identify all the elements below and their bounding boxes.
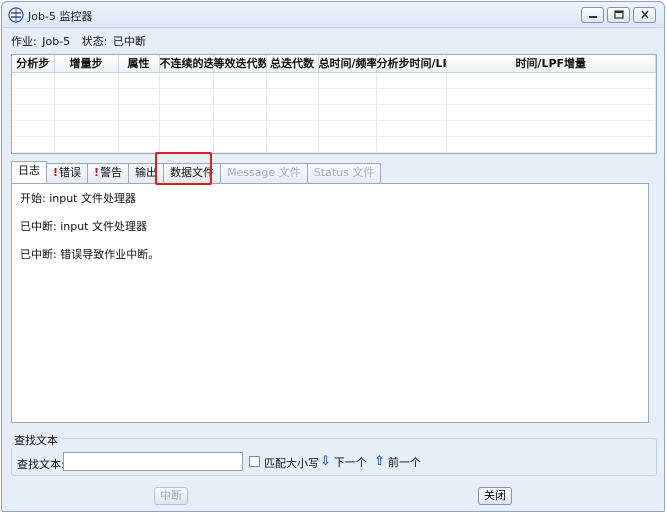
find-text-input[interactable]: [63, 452, 243, 471]
log-line: 已中断: input 文件处理器: [20, 220, 147, 233]
maximize-icon: [614, 10, 624, 19]
table-row: [12, 120, 656, 137]
app-icon: [8, 7, 24, 23]
log-panel[interactable]: 开始: input 文件处理器 已中断: input 文件处理器 已中断: 错误…: [11, 183, 649, 423]
table-header-row: 分析步 增量步 属性 不连续的迭代 等效迭代数 总迭代数 总时间/频率 分析步时…: [12, 55, 656, 73]
log-line: 开始: input 文件处理器: [20, 192, 136, 205]
state-value: 已中断: [112, 35, 146, 48]
column-header[interactable]: 等效迭代数: [213, 55, 267, 73]
tab-errors[interactable]: !错误: [46, 163, 89, 183]
title-bar[interactable]: Job-5 监控器: [2, 2, 664, 28]
table-row: [12, 136, 656, 153]
find-field-label: 查找文本:: [17, 458, 65, 471]
column-header[interactable]: 分析步: [12, 55, 55, 73]
warning-mark-icon: !: [94, 166, 100, 179]
arrow-down-icon: ⇩: [320, 454, 331, 469]
job-status-line: 作业: Job-5 状态: 已中断: [11, 33, 148, 49]
maximize-button[interactable]: [607, 7, 630, 23]
find-group-legend: 查找文本: [11, 432, 61, 448]
job-monitor-window: Job-5 监控器 作业: Job-5 状态: 已中断 分析步 增量步 属性 不…: [1, 1, 665, 512]
column-header[interactable]: 不连续的迭代: [159, 55, 214, 73]
job-value: Job-5: [42, 35, 71, 48]
find-next-button[interactable]: ⇩ 下一个: [320, 454, 367, 470]
table-row: [12, 72, 656, 89]
close-icon: [641, 10, 649, 19]
match-case-checkbox[interactable]: [249, 456, 260, 467]
column-header[interactable]: 增量步: [54, 55, 119, 73]
tab-log[interactable]: 日志: [11, 161, 47, 183]
table-row: [12, 88, 656, 105]
log-line: 已中断: 错误导致作业中断。: [20, 248, 160, 261]
column-header[interactable]: 分析步时间/LPF: [376, 55, 447, 73]
column-header[interactable]: 时间/LPF增量: [446, 55, 656, 73]
tab-warnings[interactable]: !警告: [87, 163, 130, 183]
window-controls: [581, 7, 656, 23]
arrow-up-icon: ⇧: [374, 454, 385, 469]
column-header[interactable]: 总时间/频率: [318, 55, 377, 73]
progress-table[interactable]: 分析步 增量步 属性 不连续的迭代 等效迭代数 总迭代数 总时间/频率 分析步时…: [11, 54, 657, 154]
minimize-icon: [589, 16, 597, 18]
minimize-button[interactable]: [581, 7, 604, 23]
find-previous-button[interactable]: ⇧ 前一个: [374, 454, 421, 470]
tab-status-file: Status 文件: [306, 163, 382, 183]
error-mark-icon: !: [53, 166, 59, 179]
close-dialog-button[interactable]: 关闭: [478, 487, 512, 505]
tab-message-file: Message 文件: [220, 163, 308, 183]
job-label: 作业:: [11, 35, 37, 48]
state-label: 状态:: [81, 35, 108, 48]
data-file-tab-highlight: [155, 152, 212, 185]
close-button[interactable]: [633, 7, 656, 23]
abort-button[interactable]: 中断: [154, 487, 188, 505]
column-header[interactable]: 总迭代数: [266, 55, 319, 73]
match-case-label[interactable]: 匹配大小写: [264, 455, 319, 471]
table-row: [12, 104, 656, 121]
column-header[interactable]: 属性: [118, 55, 160, 73]
window-title: Job-5 监控器: [28, 10, 93, 23]
